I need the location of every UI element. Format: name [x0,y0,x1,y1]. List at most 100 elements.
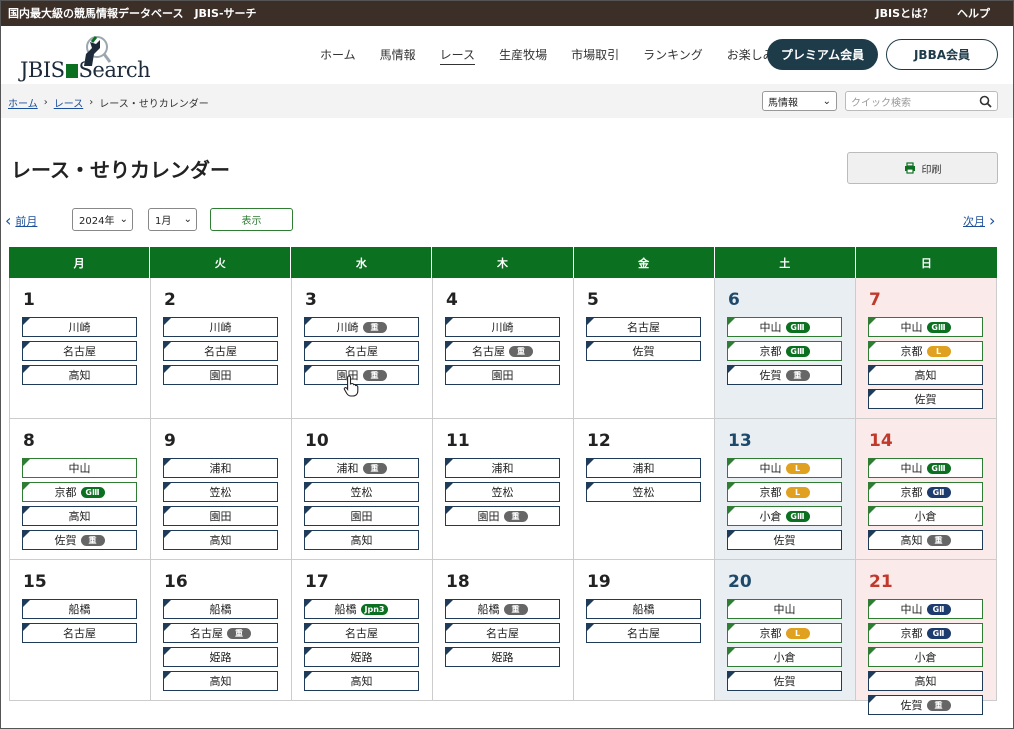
venue-button[interactable]: 笠松 [304,482,419,502]
venue-button[interactable]: 高知 [22,365,137,385]
help-link[interactable]: ヘルプ [957,5,990,21]
venue-button[interactable]: 佐賀 [727,671,842,691]
venue-button[interactable]: 名古屋重 [163,623,278,643]
venue-button[interactable]: 佐賀重 [727,365,842,385]
grade-badge: GⅢ [785,345,810,357]
jbba-member-button[interactable]: JBBA会員 [886,39,998,70]
prev-month-link[interactable]: ‹ 前月 [5,211,37,230]
venue-button[interactable]: 園田 [163,506,278,526]
venue-button[interactable]: 浦和 [445,458,560,478]
venue-button[interactable]: 名古屋 [586,623,701,643]
venue-button[interactable]: 京都 L [868,341,983,361]
venue-button[interactable]: 小倉 [868,506,983,526]
venue-button[interactable]: 京都 GⅡ [868,482,983,502]
venue-button[interactable]: 京都 GⅢ [22,482,137,502]
venue-button[interactable]: 高知 [163,671,278,691]
venue-button[interactable]: 小倉 [868,647,983,667]
venue-button[interactable]: 名古屋 [22,341,137,361]
venue-button[interactable]: 小倉 [727,647,842,667]
venue-label: 京都 [759,627,782,640]
month-select[interactable]: 1月 ⌄ [148,208,197,231]
breadcrumb-home[interactable]: ホーム [8,95,38,110]
venue-label: 船橋 [209,603,232,616]
show-button[interactable]: 表示 [210,208,293,231]
premium-member-button[interactable]: プレミアム会員 [767,39,878,70]
magnifier-icon[interactable] [979,95,992,108]
venue-button[interactable]: 名古屋 [163,341,278,361]
nav-home[interactable]: ホーム [320,46,356,65]
venue-button[interactable]: 高知 [163,530,278,550]
venue-button[interactable]: 笠松 [445,482,560,502]
venue-button[interactable]: 園田重 [304,365,419,385]
venue-button[interactable]: 船橋重 [445,599,560,619]
quick-search-input[interactable]: クイック検索 [845,91,998,111]
venue-button[interactable]: 浦和重 [304,458,419,478]
venue-label: 中山 [900,462,923,475]
venue-button[interactable]: 佐賀重 [868,695,983,715]
venue-button[interactable]: 高知 [22,506,137,526]
venue-button[interactable]: 姫路 [445,647,560,667]
year-select[interactable]: 2024年 ⌄ [72,208,133,231]
venue-button[interactable]: 中山 [727,599,842,619]
venue-button[interactable]: 名古屋 [304,341,419,361]
print-button[interactable]: 印刷 [847,152,998,184]
venue-button[interactable]: 船橋 [22,599,137,619]
venue-button[interactable]: 京都 L [727,623,842,643]
venue-button[interactable]: 中山 GⅡ [868,599,983,619]
jbis-logo[interactable]: JBIS Search [18,34,158,82]
venue-button[interactable]: 名古屋 [445,623,560,643]
venue-button[interactable]: 園田 [304,506,419,526]
search-category-select[interactable]: 馬情報 ⌄ [762,91,837,111]
venue-button[interactable]: 小倉 GⅢ [727,506,842,526]
venue-button[interactable]: 船橋 [163,599,278,619]
venue-button[interactable]: 川崎重 [304,317,419,337]
venue-button[interactable]: 園田重 [445,506,560,526]
venue-button[interactable]: 京都 GⅢ [727,341,842,361]
calendar-day-cell: 8 中山 京都 GⅢ 高知 佐賀重 [10,419,151,560]
venue-button[interactable]: 高知 [304,671,419,691]
venue-button[interactable]: 船橋 Jpn3 [304,599,419,619]
nav-ranking[interactable]: ランキング [643,46,703,65]
venue-button[interactable]: 中山 GⅢ [727,317,842,337]
venue-button[interactable]: 川崎 [445,317,560,337]
venue-button[interactable]: 浦和 [163,458,278,478]
venue-button[interactable]: 名古屋 [304,623,419,643]
nav-horse[interactable]: 馬情報 [380,46,416,65]
nav-race[interactable]: レース [439,46,476,65]
venue-button[interactable]: 笠松 [163,482,278,502]
venue-button[interactable]: 川崎 [163,317,278,337]
venue-button[interactable]: 名古屋 [586,317,701,337]
venue-button[interactable]: 船橋 [586,599,701,619]
venue-button[interactable]: 佐賀重 [22,530,137,550]
about-link[interactable]: JBISとは？ [876,5,934,21]
venue-button[interactable]: 佐賀 [586,341,701,361]
venue-button[interactable]: 姫路 [163,647,278,667]
venue-button[interactable]: 高知 [868,365,983,385]
venue-button[interactable]: 浦和 [586,458,701,478]
nav-market[interactable]: 市場取引 [571,46,619,65]
venue-button[interactable]: 高知重 [868,530,983,550]
venue-label: 佐賀 [773,675,796,688]
venue-button[interactable]: 名古屋重 [445,341,560,361]
venue-button[interactable]: 川崎 [22,317,137,337]
venue-button[interactable]: 佐賀 [868,389,983,409]
venue-button[interactable]: 高知 [868,671,983,691]
breadcrumb-race[interactable]: レース [54,95,84,110]
venue-button[interactable]: 京都 L [727,482,842,502]
venue-button[interactable]: 中山 GⅢ [868,317,983,337]
venue-button[interactable]: 名古屋 [22,623,137,643]
nav-farm[interactable]: 生産牧場 [499,46,547,65]
print-label: 印刷 [921,164,942,176]
venue-button[interactable]: 佐賀 [727,530,842,550]
venue-button[interactable]: 姫路 [304,647,419,667]
venue-button[interactable]: 京都 GⅡ [868,623,983,643]
venue-button[interactable]: 園田 [163,365,278,385]
venue-button[interactable]: 園田 [445,365,560,385]
venue-button[interactable]: 中山 [22,458,137,478]
venue-button[interactable]: 高知 [304,530,419,550]
venue-button[interactable]: 中山 GⅢ [868,458,983,478]
calendar-day-cell: 7 中山 GⅢ 京都 L 高知 佐賀 [856,278,997,419]
next-month-link[interactable]: 次月 › [963,211,995,230]
venue-button[interactable]: 笠松 [586,482,701,502]
venue-button[interactable]: 中山 L [727,458,842,478]
